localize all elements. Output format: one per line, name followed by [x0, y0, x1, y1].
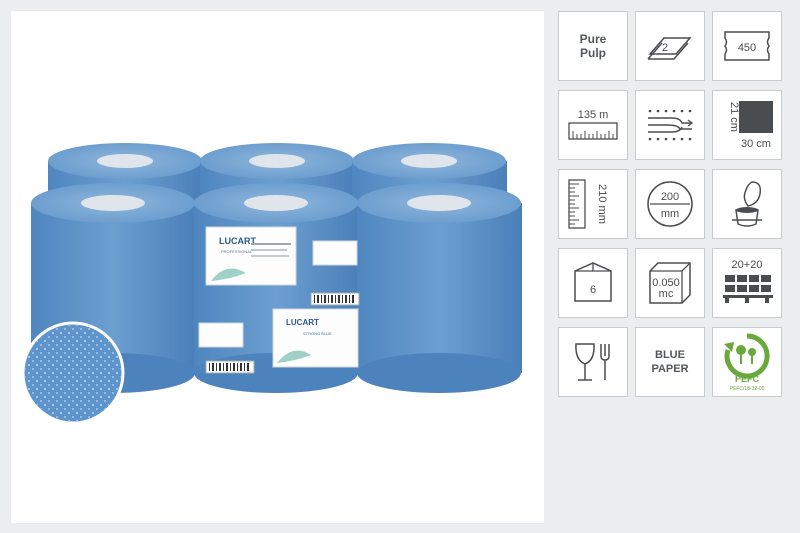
pack-count-text: 6 — [590, 284, 596, 296]
pefc-code-text: PEFC/18-32-05 — [730, 386, 765, 392]
brand-text: LUCART — [219, 236, 256, 246]
pack-count-tile: 6 — [558, 248, 628, 318]
diameter-tile: 210 mm — [558, 169, 628, 239]
core-tile: 200 mm — [635, 169, 705, 239]
blue-paper-text: BLUE PAPER — [651, 349, 689, 375]
sheet-size-tile: 21 cm 30 cm — [712, 90, 782, 160]
product-line-text: STRONG BLUE — [303, 331, 332, 336]
blue-paper-tile: BLUE PAPER — [635, 327, 705, 397]
paper-roll-pack-image: LUCART PROFESSIONAL LUCART STRONG BLUE — [21, 143, 522, 425]
plies-text: 2 — [662, 42, 668, 54]
pallet-tile: 20+20 — [712, 248, 782, 318]
product-photo: LUCART PROFESSIONAL LUCART STRONG BLUE — [11, 11, 544, 523]
core-diameter-icon: 200 mm — [647, 181, 693, 227]
glass-fork-icon — [575, 343, 610, 381]
core-unit-text: mm — [661, 208, 679, 220]
brand-text-2: LUCART — [286, 318, 319, 327]
texture-magnifier — [21, 321, 125, 425]
diameter-ruler-icon: 210 mm — [568, 179, 608, 229]
volume-tile: 0.050 mc — [635, 248, 705, 318]
diameter-text: 210 mm — [596, 184, 608, 224]
pallet-text: 20+20 — [732, 259, 763, 271]
sheets-icon: 450 — [724, 31, 770, 61]
box-count-icon: 6 — [574, 262, 612, 302]
sheets-tile: 450 — [712, 11, 782, 81]
pallet-icon: 20+20 — [723, 259, 773, 303]
volume-box-icon: 0.050 mc — [649, 262, 691, 304]
roll-dispenser-icon — [732, 181, 762, 227]
core-value-text: 200 — [661, 191, 679, 203]
height-label: 21 cm — [728, 102, 740, 132]
plies-tile: 2 — [635, 11, 705, 81]
width-label: 30 cm — [741, 138, 771, 150]
food-contact-tile — [558, 327, 628, 397]
volume-unit-text: mc — [659, 288, 674, 300]
brand-sub-text: PROFESSIONAL — [221, 249, 253, 254]
sheet-size-icon: 21 cm 30 cm — [728, 101, 773, 150]
pure-pulp-text: Pure Pulp — [579, 32, 607, 60]
ruler-icon: 135 m — [568, 109, 618, 140]
pefc-logo-icon: PEFC PEFC/18-32-05 — [724, 333, 770, 392]
absorbency-flow-icon — [648, 109, 694, 141]
length-tile: 135 m — [558, 90, 628, 160]
absorbency-tile — [635, 90, 705, 160]
pure-pulp-tile: Pure Pulp — [558, 11, 628, 81]
length-text: 135 m — [578, 109, 609, 121]
two-ply-icon: 2 — [647, 37, 692, 60]
dispenser-tile — [712, 169, 782, 239]
pefc-text: PEFC — [735, 374, 760, 384]
pefc-tile: PEFC PEFC/18-32-05 — [712, 327, 782, 397]
sheets-text: 450 — [738, 42, 756, 54]
